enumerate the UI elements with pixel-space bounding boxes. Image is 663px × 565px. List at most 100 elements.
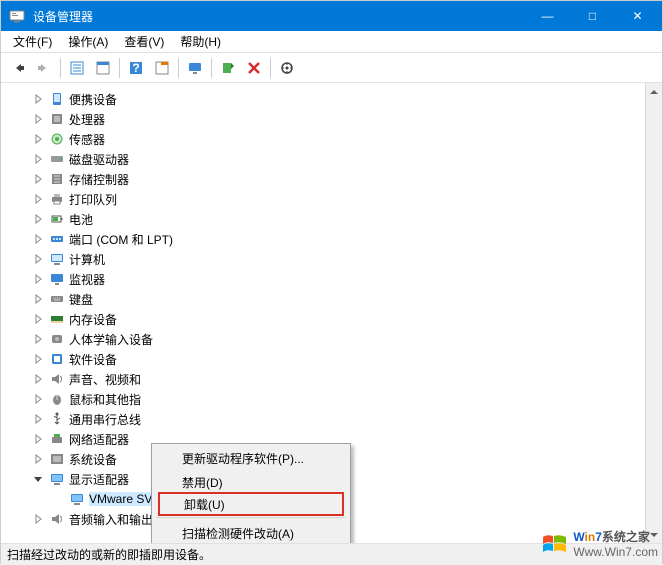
tree-node[interactable]: 内存设备 [3, 309, 643, 329]
expander-icon[interactable] [31, 112, 45, 126]
expander-icon[interactable] [31, 152, 45, 166]
menu-action[interactable]: 操作(A) [60, 31, 116, 52]
tree-node-label: 电池 [69, 211, 93, 228]
expander-icon[interactable] [31, 412, 45, 426]
expander-icon[interactable] [31, 352, 45, 366]
toolbar: ? [1, 53, 662, 83]
expander-icon[interactable] [31, 512, 45, 526]
maximize-button[interactable]: □ [570, 1, 615, 31]
tree-node-label: 处理器 [69, 111, 105, 128]
context-menu-separator [156, 517, 346, 518]
close-button[interactable]: ✕ [615, 1, 660, 31]
tree-node[interactable]: 端口 (COM 和 LPT) [3, 229, 643, 249]
cpu-icon [49, 111, 65, 127]
tree-node-label: 打印队列 [69, 191, 117, 208]
port-icon [49, 231, 65, 247]
expander-icon[interactable] [31, 372, 45, 386]
expander-icon[interactable] [31, 272, 45, 286]
tree-node[interactable]: 便携设备 [3, 89, 643, 109]
tree-node[interactable]: 软件设备 [3, 349, 643, 369]
tree-node-label: 磁盘驱动器 [69, 151, 129, 168]
tree-node[interactable]: 磁盘驱动器 [3, 149, 643, 169]
tree-node[interactable]: 处理器 [3, 109, 643, 129]
portable-icon [49, 91, 65, 107]
props-icon[interactable] [91, 56, 115, 80]
sound-icon [49, 371, 65, 387]
title-bar: 设备管理器 — □ ✕ [1, 1, 662, 31]
tree-node-label: 网络适配器 [69, 431, 129, 448]
tree-node[interactable]: 通用串行总线 [3, 409, 643, 429]
context-menu-item[interactable]: 禁用(D) [154, 470, 348, 494]
expander-icon[interactable] [31, 172, 45, 186]
display-icon [49, 471, 65, 487]
window-title: 设备管理器 [33, 8, 525, 25]
menu-file[interactable]: 文件(F) [5, 31, 60, 52]
mouse-icon [49, 391, 65, 407]
expander-icon[interactable] [31, 212, 45, 226]
tree-node[interactable]: 监视器 [3, 269, 643, 289]
expander-icon[interactable] [31, 292, 45, 306]
tree-node-label: 便携设备 [69, 91, 117, 108]
system-icon [49, 451, 65, 467]
tree-node[interactable]: 打印队列 [3, 189, 643, 209]
scroll-up-icon[interactable] [646, 83, 662, 100]
software-icon [49, 351, 65, 367]
enable-icon[interactable] [216, 56, 240, 80]
tree-node-label: 监视器 [69, 271, 105, 288]
keyboard-icon [49, 291, 65, 307]
tree-node[interactable]: 声音、视频和 [3, 369, 643, 389]
tree-node[interactable]: 传感器 [3, 129, 643, 149]
scroll-track[interactable] [646, 100, 662, 526]
tree-node[interactable]: 键盘 [3, 289, 643, 309]
expander-icon[interactable] [31, 132, 45, 146]
tree-node-label: 鼠标和其他指 [69, 391, 141, 408]
expander-icon[interactable] [31, 232, 45, 246]
details-icon[interactable] [65, 56, 89, 80]
expander-icon[interactable] [31, 252, 45, 266]
watermark: Win7系统之家 Www.Win7.com [541, 528, 658, 559]
tree-node[interactable]: 鼠标和其他指 [3, 389, 643, 409]
toolbar-separator [178, 58, 179, 78]
context-menu-item[interactable]: 卸载(U) [158, 492, 344, 516]
tree-node[interactable]: 电池 [3, 209, 643, 229]
expander-icon[interactable] [31, 472, 45, 486]
menu-help[interactable]: 帮助(H) [172, 31, 229, 52]
tree-node[interactable]: 人体学输入设备 [3, 329, 643, 349]
expander-icon[interactable] [31, 332, 45, 346]
pc-props-icon[interactable] [150, 56, 174, 80]
back-icon[interactable] [6, 56, 30, 80]
expander-icon [51, 492, 65, 506]
disable-icon[interactable] [242, 56, 266, 80]
monitor-icon[interactable] [183, 56, 207, 80]
forward-icon[interactable] [32, 56, 56, 80]
expander-icon[interactable] [31, 452, 45, 466]
context-menu: 更新驱动程序软件(P)...禁用(D)卸载(U)扫描检测硬件改动(A)属性(R) [151, 443, 351, 543]
tree-node-label: 声音、视频和 [69, 371, 141, 388]
tree-node[interactable]: 存储控制器 [3, 169, 643, 189]
client-area: 便携设备处理器传感器磁盘驱动器存储控制器打印队列电池端口 (COM 和 LPT)… [1, 83, 662, 543]
status-text: 扫描经过改动的或新的即插即用设备。 [7, 546, 211, 563]
expander-icon[interactable] [31, 312, 45, 326]
svg-text:?: ? [132, 61, 139, 75]
vertical-scrollbar[interactable] [645, 83, 662, 543]
context-menu-item[interactable]: 更新驱动程序软件(P)... [154, 446, 348, 470]
scan-icon[interactable] [275, 56, 299, 80]
menu-view[interactable]: 查看(V) [116, 31, 172, 52]
tree-node-label: 系统设备 [69, 451, 117, 468]
usb-icon [49, 411, 65, 427]
expander-icon[interactable] [31, 432, 45, 446]
expander-icon[interactable] [31, 92, 45, 106]
expander-icon[interactable] [31, 192, 45, 206]
tree-node-label: 传感器 [69, 131, 105, 148]
expander-icon[interactable] [31, 392, 45, 406]
tree-node-label: 显示适配器 [69, 471, 129, 488]
minimize-button[interactable]: — [525, 1, 570, 31]
tree-node[interactable]: 计算机 [3, 249, 643, 269]
tree-node-label: 音频输入和输出 [69, 511, 153, 528]
app-icon [9, 8, 25, 24]
help-icon[interactable]: ? [124, 56, 148, 80]
context-menu-item[interactable]: 扫描检测硬件改动(A) [154, 521, 348, 543]
tree-node-label: 内存设备 [69, 311, 117, 328]
hid-icon [49, 331, 65, 347]
printer-icon [49, 191, 65, 207]
